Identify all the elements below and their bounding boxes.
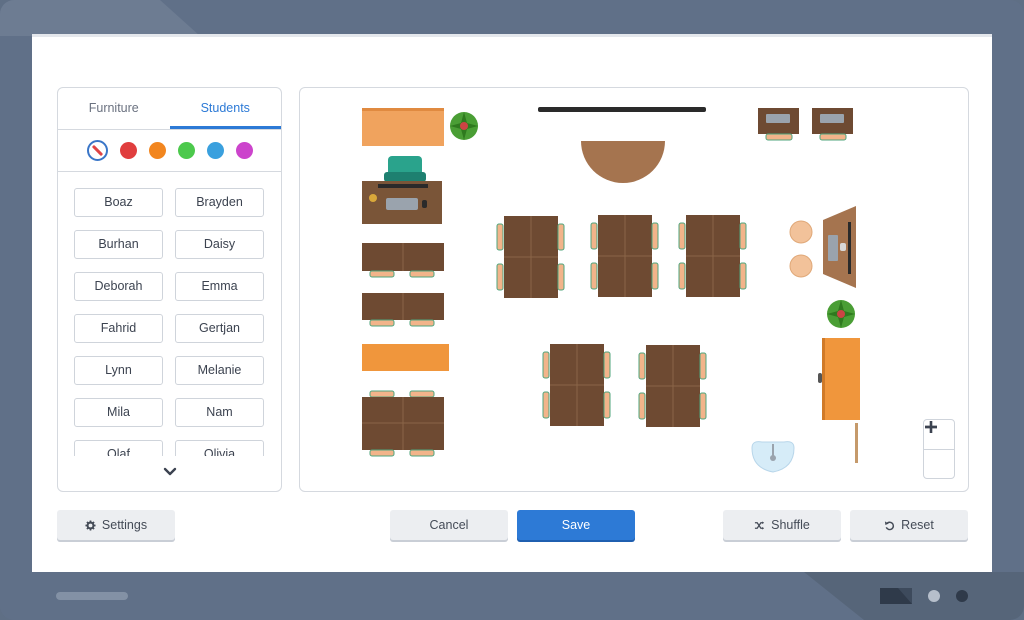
student-chip[interactable]: Emma	[175, 272, 264, 301]
student-chip[interactable]: Boaz	[74, 188, 163, 217]
monitor-bezel: Furniture Students Boaz Brayden Burhan D…	[0, 0, 1024, 620]
table-group[interactable]	[678, 215, 747, 297]
power-light	[956, 590, 968, 602]
shuffle-icon	[755, 520, 765, 530]
teacher-desk[interactable]	[362, 156, 442, 224]
bezel-shadow	[804, 572, 1024, 620]
reset-label: Reset	[901, 518, 934, 532]
student-chip[interactable]: Olivia	[175, 440, 264, 456]
minus-icon	[925, 425, 937, 429]
stool[interactable]	[789, 254, 813, 278]
panel-tabs: Furniture Students	[58, 88, 281, 130]
desk-group[interactable]	[362, 293, 444, 327]
side-panel: Furniture Students Boaz Brayden Burhan D…	[57, 87, 282, 492]
chevron-down-icon[interactable]	[162, 464, 178, 480]
color-swatch-blue[interactable]	[206, 142, 224, 159]
table-group[interactable]	[638, 345, 707, 427]
gear-icon	[85, 519, 96, 531]
bezel-highlight	[0, 0, 200, 36]
settings-button[interactable]: Settings	[57, 510, 175, 540]
student-list: Boaz Brayden Burhan Daisy Deborah Emma F…	[74, 188, 266, 456]
table-group[interactable]	[542, 344, 611, 426]
stool[interactable]	[789, 220, 813, 244]
classroom-canvas	[299, 87, 969, 492]
student-chip[interactable]: Fahrid	[74, 314, 163, 343]
desk-group[interactable]	[362, 243, 444, 278]
cabinet[interactable]	[362, 344, 449, 371]
plant-icon[interactable]	[827, 300, 855, 328]
student-chip[interactable]: Gertjan	[175, 314, 264, 343]
corner-desk[interactable]	[823, 206, 856, 288]
shuffle-button[interactable]: Shuffle	[723, 510, 841, 540]
student-chip[interactable]: Mila	[74, 398, 163, 427]
cancel-button[interactable]: Cancel	[390, 510, 508, 540]
save-button[interactable]: Save	[517, 510, 635, 540]
app-screen: Furniture Students Boaz Brayden Burhan D…	[32, 34, 992, 572]
student-chip[interactable]: Deborah	[74, 272, 163, 301]
no-color-icon[interactable]	[86, 140, 108, 161]
home-indicator	[56, 592, 128, 600]
tab-furniture[interactable]: Furniture	[58, 88, 170, 129]
computer-desk[interactable]	[812, 108, 853, 141]
student-chip[interactable]: Daisy	[175, 230, 264, 259]
student-chip[interactable]: Lynn	[74, 356, 163, 385]
color-picker	[58, 130, 281, 172]
color-swatch-red[interactable]	[119, 142, 137, 159]
plant-icon[interactable]	[450, 112, 478, 140]
cabinet[interactable]	[362, 108, 444, 146]
cabinet[interactable]	[822, 338, 860, 420]
table-group[interactable]	[496, 216, 565, 298]
student-chip[interactable]: Nam	[175, 398, 264, 427]
color-swatch-orange[interactable]	[148, 142, 166, 159]
student-chip[interactable]: Melanie	[175, 356, 264, 385]
sink-icon[interactable]	[751, 441, 795, 473]
undo-icon	[885, 520, 895, 530]
student-chip[interactable]: Burhan	[74, 230, 163, 259]
student-chip[interactable]: Olaf	[74, 440, 163, 456]
student-chip[interactable]: Brayden	[175, 188, 264, 217]
table-group[interactable]	[590, 215, 659, 297]
color-swatch-green[interactable]	[177, 142, 195, 159]
camera-block	[880, 588, 912, 604]
indicator-light	[928, 590, 940, 602]
half-round-table[interactable]	[581, 141, 665, 183]
zoom-controls	[923, 419, 955, 479]
settings-label: Settings	[101, 518, 148, 532]
room-layout	[362, 107, 860, 473]
shuffle-label: Shuffle	[771, 518, 810, 532]
door[interactable]	[855, 423, 858, 463]
whiteboard[interactable]	[538, 107, 706, 112]
color-swatch-purple[interactable]	[235, 142, 253, 159]
desk-group[interactable]	[362, 390, 444, 457]
reset-button[interactable]: Reset	[850, 510, 968, 540]
tab-students[interactable]: Students	[169, 88, 281, 129]
computer-desk[interactable]	[758, 108, 799, 141]
zoom-out-button[interactable]	[924, 425, 954, 478]
